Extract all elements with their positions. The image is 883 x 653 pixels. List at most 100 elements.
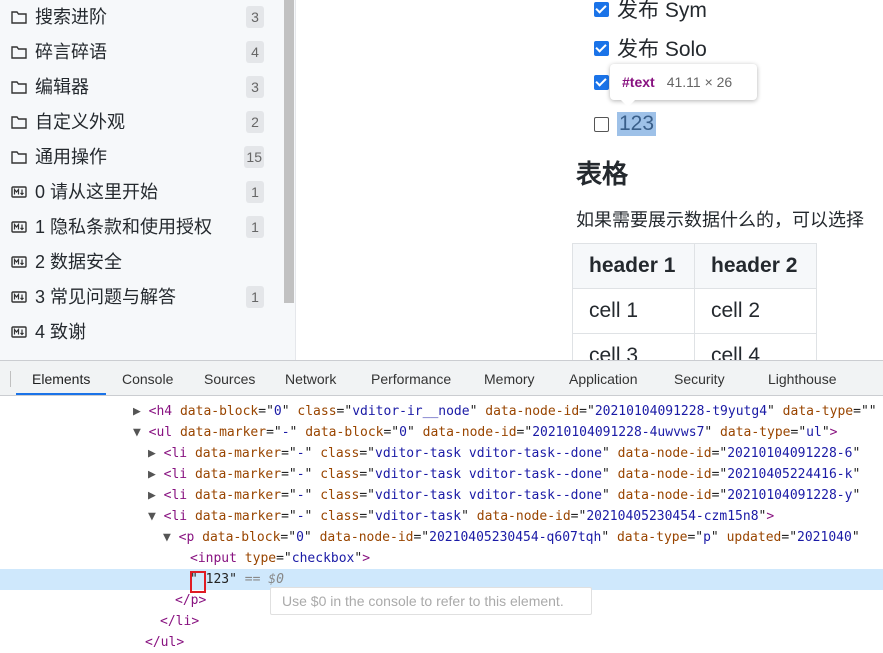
tag-name: li — [171, 467, 188, 482]
attr-quote: =" — [281, 509, 297, 524]
tab-network[interactable]: Network — [285, 361, 336, 395]
tree-item-count: 4 — [246, 41, 264, 63]
attr-name: type — [244, 551, 277, 566]
sidebar-scrollbar[interactable] — [284, 0, 294, 303]
attr-name: data-type — [720, 425, 791, 440]
task-checkbox[interactable] — [594, 75, 609, 90]
tab-sources[interactable]: Sources — [204, 361, 255, 395]
dom-node-line[interactable]: ▶ <li data-marker="-" class="vditor-task… — [0, 464, 883, 485]
attr-value: - — [296, 509, 305, 524]
table-cell: cell 1 — [572, 288, 695, 334]
tab-elements[interactable]: Elements — [15, 361, 107, 395]
attr-quote: =" — [711, 446, 728, 461]
attr-quote: =" — [383, 425, 400, 440]
attr-name: class — [320, 488, 360, 503]
expand-toggle-icon: ▶ — [133, 404, 149, 419]
dom-node-line[interactable]: </ul> — [0, 632, 883, 653]
tree-item-folder[interactable]: 编辑器 3 — [0, 70, 280, 105]
task-item: 发布 Solo — [594, 33, 707, 63]
attr-value: 0 — [399, 425, 407, 440]
tag-bracket: </ — [145, 635, 161, 650]
text-node-content: 123" — [205, 572, 237, 587]
tag-bracket: > — [176, 635, 185, 650]
tree-item-count: 1 — [246, 216, 264, 238]
dom-node-line[interactable]: ▶ <li data-marker="-" class="vditor-task… — [0, 443, 883, 464]
tab-application[interactable]: Application — [569, 361, 638, 395]
tooltip-dimensions: 41.11 × 26 — [666, 74, 733, 90]
task-checkbox[interactable] — [594, 40, 609, 56]
task-checkbox[interactable] — [594, 1, 609, 17]
tree-item-folder[interactable]: 搜索进阶 3 — [0, 0, 280, 35]
tag-name: li — [171, 446, 188, 461]
tag-bracket: > — [829, 425, 838, 440]
tree-item-label: 3 常见问题与解答 — [35, 287, 177, 307]
tree-item-count: 15 — [244, 146, 264, 168]
markdown-file-icon — [11, 256, 27, 268]
attr-name: data-type — [782, 404, 854, 419]
attr-value: ul — [806, 425, 822, 440]
attr-value: p — [703, 530, 711, 545]
attr-quote: " — [461, 509, 469, 524]
tree-item-document[interactable]: 1 隐私条款和使用授权 1 — [0, 210, 280, 245]
tab-lighthouse[interactable]: Lighthouse — [768, 361, 837, 395]
devtools-tabbar: Elements Console Sources Network Perform… — [0, 361, 883, 396]
file-tree-sidebar: 搜索进阶 3 碎言碎语 4 编辑器 3 自定义外观 2 通用操作 15 0 请从… — [0, 0, 296, 360]
attr-name: data-block — [179, 404, 259, 419]
attr-quote: =" — [281, 446, 297, 461]
attr-name: data-marker — [194, 467, 282, 482]
folder-icon — [11, 151, 27, 164]
inspect-tooltip: #text 41.11 × 26 — [610, 64, 757, 107]
attr-quote: " — [852, 467, 861, 482]
dom-node-line[interactable]: ▶ <li data-marker="-" class="vditor-task… — [0, 485, 883, 506]
tag-bracket: < — [190, 551, 198, 566]
table-header-row: header 1 header 2 — [572, 243, 817, 289]
table-cell: cell 4 — [694, 333, 817, 360]
task-checkbox[interactable] — [594, 116, 609, 132]
tree-item-count: 2 — [246, 111, 264, 133]
attr-quote: =" — [280, 530, 297, 545]
tag-bracket: > — [766, 509, 775, 524]
attr-quote: " — [767, 404, 775, 419]
tree-item-count: 1 — [246, 286, 264, 308]
tab-security[interactable]: Security — [674, 361, 725, 395]
attr-name: class — [297, 404, 337, 419]
tree-item-count: 3 — [246, 6, 264, 28]
attr-value: 20210104091228-4uwvws7 — [532, 425, 705, 440]
tab-memory[interactable]: Memory — [484, 361, 535, 395]
tab-console[interactable]: Console — [122, 361, 173, 395]
tree-item-document[interactable]: 3 常见问题与解答 1 — [0, 280, 280, 315]
attr-quote: =" — [258, 404, 274, 419]
attr-name: data-marker — [194, 446, 282, 461]
dom-node-line[interactable]: ▶ <h4 data-block="0" class="vditor-ir__n… — [0, 401, 883, 422]
tree-item-folder[interactable]: 碎言碎语 4 — [0, 35, 280, 70]
tree-item-document[interactable]: 0 请从这里开始 1 — [0, 175, 280, 210]
attr-quote: =" — [711, 488, 728, 503]
tree-item-label: 4 致谢 — [35, 322, 87, 342]
attr-quote: " — [601, 446, 610, 461]
dom-node-line[interactable]: ▼ <li data-marker="-" class="vditor-task… — [0, 506, 883, 527]
tooltip-arrow — [620, 99, 636, 107]
dom-node-line[interactable]: <input type="checkbox"> — [0, 548, 883, 569]
tab-performance[interactable]: Performance — [371, 361, 451, 395]
tree-item-document[interactable]: 4 致谢 — [0, 315, 280, 350]
tree-item-document[interactable]: 2 数据安全 — [0, 245, 280, 280]
dom-node-line[interactable]: ▼ <ul data-marker="-" data-block="0" dat… — [0, 422, 883, 443]
dom-node-line[interactable]: ▼ <p data-block="0" data-node-id="202104… — [0, 527, 883, 548]
tree-item-folder[interactable]: 通用操作 15 — [0, 140, 280, 175]
expand-toggle-icon: ▶ — [148, 467, 164, 482]
attr-quote: =" — [281, 467, 297, 482]
attr-value: 20210405224416-k — [727, 467, 853, 482]
tree-item-folder[interactable]: 自定义外观 2 — [0, 105, 280, 140]
attr-name: class — [320, 467, 360, 482]
attr-value: vditor-task — [375, 509, 462, 524]
